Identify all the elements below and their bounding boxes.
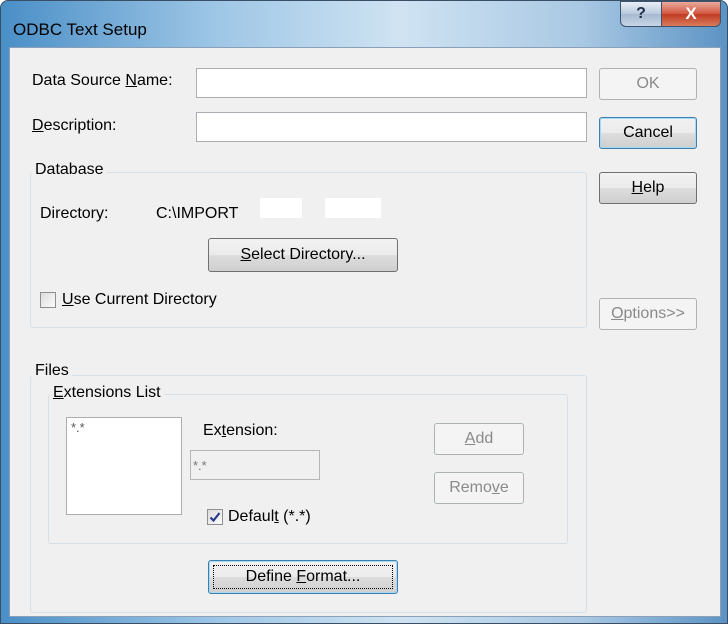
options-button[interactable]: Options>> <box>599 298 697 330</box>
files-group-label: Files <box>32 362 72 380</box>
use-current-directory-label: Use Current Directory <box>62 291 217 308</box>
cancel-button[interactable]: Cancel <box>599 117 697 149</box>
dialog-client-area: Data Source Name: Description: OK Cancel… <box>9 47 721 617</box>
directory-blank-1 <box>260 198 302 218</box>
close-icon: X <box>685 4 697 23</box>
titlebar-help-button[interactable]: ? <box>620 1 662 27</box>
use-current-directory-checkbox[interactable] <box>40 292 56 308</box>
description-label: Description: <box>32 117 117 134</box>
database-group-label: Database <box>32 161 107 179</box>
directory-blank-2 <box>325 198 381 218</box>
extension-input[interactable] <box>190 450 320 480</box>
title-bar[interactable]: ODBC Text Setup ? X <box>1 1 727 47</box>
ok-button[interactable]: OK <box>599 68 697 100</box>
default-label: Default (*.*) <box>228 508 311 525</box>
define-format-button[interactable]: Define Format... <box>208 560 398 594</box>
description-input[interactable] <box>196 112 587 142</box>
dsn-label: Data Source Name: <box>32 72 173 89</box>
extension-label: Extension: <box>203 422 278 439</box>
remove-button[interactable]: Remove <box>434 472 524 504</box>
window-title: ODBC Text Setup <box>13 20 147 39</box>
directory-value: C:\IMPORT <box>156 205 239 222</box>
check-mark-icon <box>209 512 221 523</box>
help-icon: ? <box>636 5 646 22</box>
directory-label: Directory: <box>40 205 109 222</box>
extensions-list-group-label: Extensions List <box>50 384 164 402</box>
dialog-window: ODBC Text Setup ? X Data Source Name: De… <box>0 0 728 624</box>
list-item[interactable]: *.* <box>71 420 85 435</box>
help-button[interactable]: Help <box>599 172 697 204</box>
select-directory-button[interactable]: Select Directory... <box>208 238 398 272</box>
titlebar-close-button[interactable]: X <box>661 1 721 27</box>
extensions-listbox[interactable]: *.* <box>66 417 182 515</box>
add-button[interactable]: Add <box>434 423 524 455</box>
dsn-input[interactable] <box>196 68 587 98</box>
default-checkbox[interactable] <box>207 509 223 525</box>
